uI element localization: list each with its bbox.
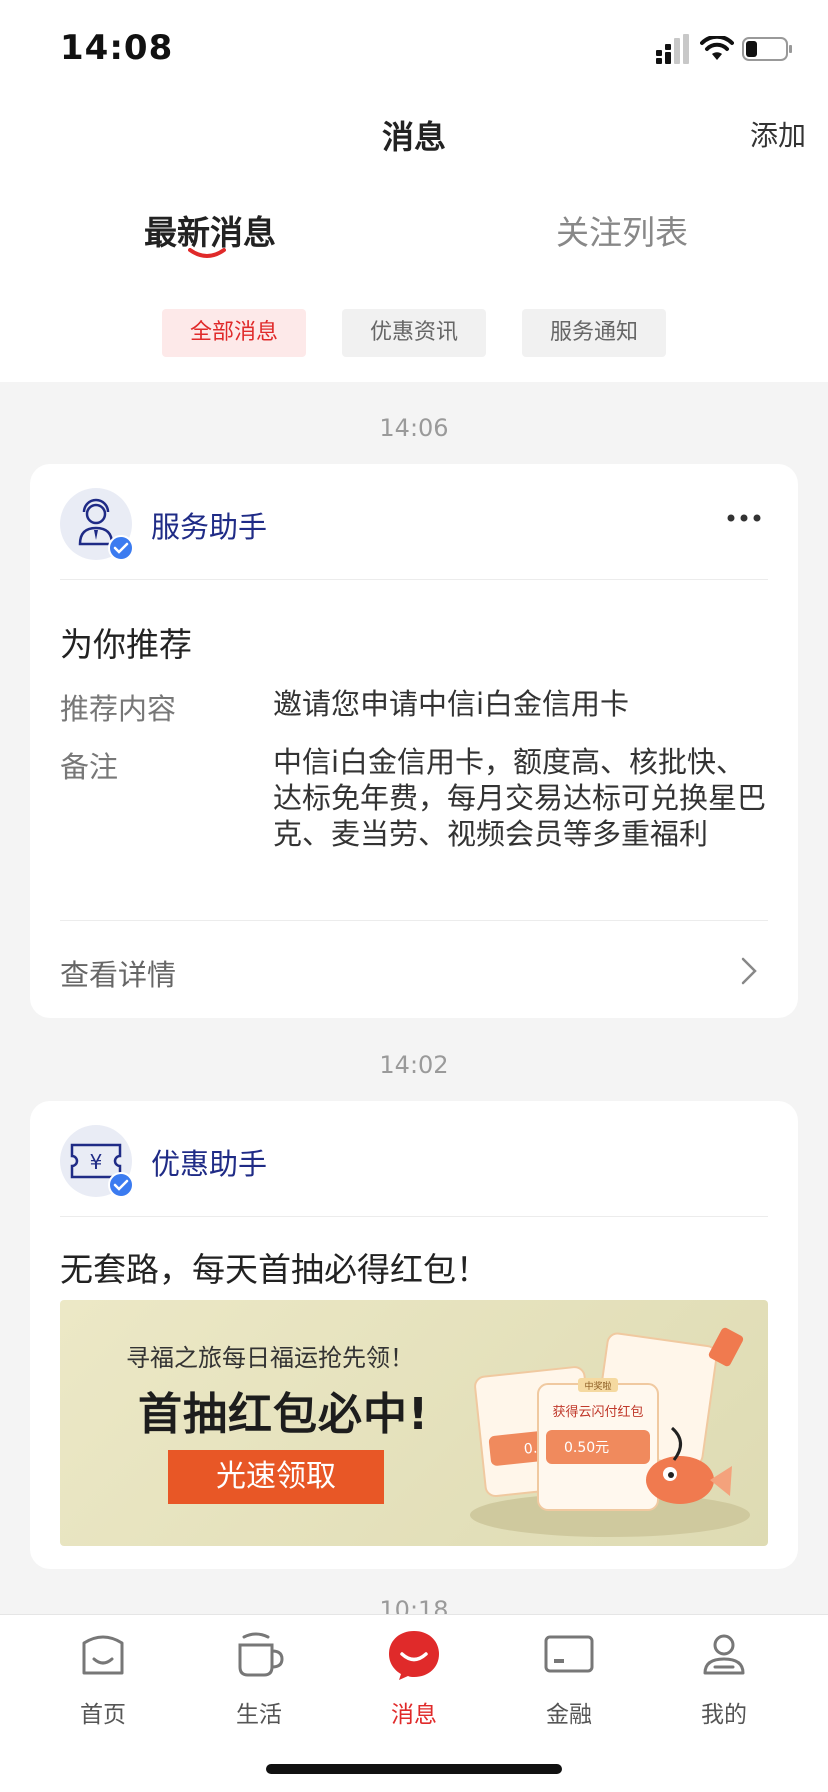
card-title-text: 获得云闪付红包: [552, 1404, 643, 1420]
chevron-right-icon[interactable]: [740, 956, 758, 986]
view-details-link[interactable]: 查看详情: [60, 952, 176, 994]
tab-label: 金融: [546, 1702, 592, 1728]
status-bar: 14:08: [0, 0, 828, 100]
tab-messages[interactable]: 消息: [359, 1627, 469, 1729]
svg-text:¥: ¥: [90, 1150, 103, 1174]
verified-badge-icon: [108, 535, 134, 561]
card-amount-text: 0.50元: [564, 1440, 609, 1456]
card-badge-text: 中奖啦: [584, 1380, 611, 1392]
promo-banner[interactable]: 寻福之旅每日福运抢先领！ 首抽红包必中! 光速领取 0.20 中奖啦 获得云闪付…: [60, 1300, 768, 1546]
message-timestamp: 14:02: [379, 1051, 449, 1079]
tab-label: 消息: [391, 1702, 437, 1728]
home-icon: [82, 1635, 124, 1675]
field-value: 邀请您申请中信i白金信用卡: [273, 687, 630, 721]
red-packet-illustration: 0.20 中奖啦 获得云闪付红包 0.50元: [470, 1327, 750, 1537]
tab-follow-list[interactable]: 关注列表: [556, 206, 688, 254]
tab-finance[interactable]: 金融: [514, 1627, 624, 1729]
message-timestamp: 14:06: [379, 414, 449, 442]
message-headline: 无套路，每天首抽必得红包！: [60, 1250, 489, 1289]
add-button[interactable]: 添加: [750, 114, 806, 154]
tab-mine[interactable]: 我的: [669, 1627, 779, 1729]
filter-promo-info[interactable]: 优惠资讯: [342, 309, 486, 357]
card-icon: [544, 1635, 594, 1673]
field-label: 推荐内容: [60, 692, 177, 726]
header-area: 14:08 消息 添加 最新消息 关注列表 全部消息 优惠资讯 服务通知: [0, 0, 828, 382]
status-time: 14:08: [60, 28, 174, 68]
field-label: 备注: [60, 750, 119, 784]
sender-name[interactable]: 服务助手: [151, 504, 267, 546]
tab-latest-messages[interactable]: 最新消息: [144, 206, 276, 254]
battery-icon: [742, 37, 792, 61]
sender-name[interactable]: 优惠助手: [151, 1141, 267, 1183]
banner-subtitle: 寻福之旅每日福运抢先领！: [126, 1344, 414, 1372]
message-card-promo: ¥ 优惠助手 无套路，每天首抽必得红包！ 寻福之旅每日福运抢先领！ 首抽红包必中…: [30, 1101, 798, 1569]
tab-label: 首页: [80, 1702, 126, 1728]
claim-now-button[interactable]: 光速领取: [168, 1450, 384, 1504]
filter-all-messages[interactable]: 全部消息: [162, 309, 306, 357]
message-card-service: 服务助手 为你推荐 推荐内容 邀请您申请中信i白金信用卡 备注 中信i白金信用卡…: [30, 464, 798, 1018]
user-icon: [703, 1634, 745, 1675]
message-icon: [389, 1631, 439, 1680]
more-options-icon[interactable]: [726, 512, 762, 524]
page-title: 消息: [381, 118, 446, 156]
tab-label: 我的: [701, 1702, 747, 1728]
wifi-icon: [700, 36, 734, 60]
tab-home[interactable]: 首页: [48, 1627, 158, 1729]
tab-life[interactable]: 生活: [204, 1627, 314, 1729]
home-indicator[interactable]: [266, 1764, 562, 1774]
filter-service-notice[interactable]: 服务通知: [522, 309, 666, 357]
active-tab-indicator: [188, 248, 226, 258]
cup-icon: [238, 1632, 284, 1677]
tab-label: 生活: [236, 1702, 282, 1728]
banner-title: 首抽红包必中!: [138, 1389, 430, 1440]
signal-icon: [656, 34, 689, 64]
message-headline: 为你推荐: [60, 625, 192, 664]
field-value: 中信i白金信用卡，额度高、核批快、达标免年费，每月交易达标可兑换星巴克、麦当劳、…: [273, 745, 767, 851]
card-divider: [60, 920, 768, 921]
verified-badge-icon: [108, 1172, 134, 1198]
